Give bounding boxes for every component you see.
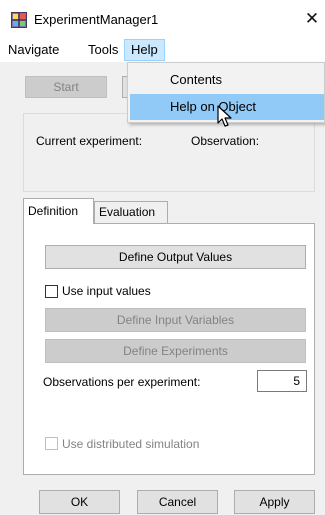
- ok-button[interactable]: OK: [39, 490, 120, 514]
- define-input-variables-button[interactable]: Define Input Variables: [45, 308, 306, 332]
- mouse-pointer-icon: [217, 105, 232, 127]
- menu-help[interactable]: Help: [124, 39, 165, 61]
- window-title: ExperimentManager1: [34, 12, 159, 27]
- apply-button[interactable]: Apply: [234, 490, 315, 514]
- close-icon[interactable]: ✕: [300, 8, 324, 30]
- menu-bar: Navigate Tools Help: [0, 39, 325, 61]
- start-button[interactable]: Start: [25, 76, 107, 98]
- use-distributed-simulation-checkbox[interactable]: [45, 437, 58, 450]
- define-output-values-button[interactable]: Define Output Values: [45, 245, 306, 269]
- use-input-values-checkbox[interactable]: [45, 285, 58, 298]
- menu-navigate[interactable]: Navigate: [2, 39, 65, 61]
- menu-tools[interactable]: Tools: [82, 39, 124, 61]
- define-experiments-button[interactable]: Define Experiments: [45, 339, 306, 363]
- experiment-manager-icon: [11, 12, 27, 28]
- use-distributed-simulation-label: Use distributed simulation: [62, 437, 200, 451]
- observations-per-experiment-input[interactable]: 5: [257, 370, 307, 392]
- observation-label: Observation:: [191, 134, 260, 148]
- menu-item-contents[interactable]: Contents: [130, 67, 324, 93]
- use-input-values-label: Use input values: [62, 284, 151, 298]
- tab-evaluation[interactable]: Evaluation: [94, 201, 168, 223]
- status-group: [23, 113, 315, 192]
- tab-definition[interactable]: Definition: [23, 198, 94, 224]
- cancel-button[interactable]: Cancel: [137, 490, 218, 514]
- current-experiment-label: Current experiment:: [36, 134, 143, 148]
- title-bar: ExperimentManager1 ✕: [0, 0, 325, 38]
- observations-per-experiment-label: Observations per experiment:: [43, 375, 201, 389]
